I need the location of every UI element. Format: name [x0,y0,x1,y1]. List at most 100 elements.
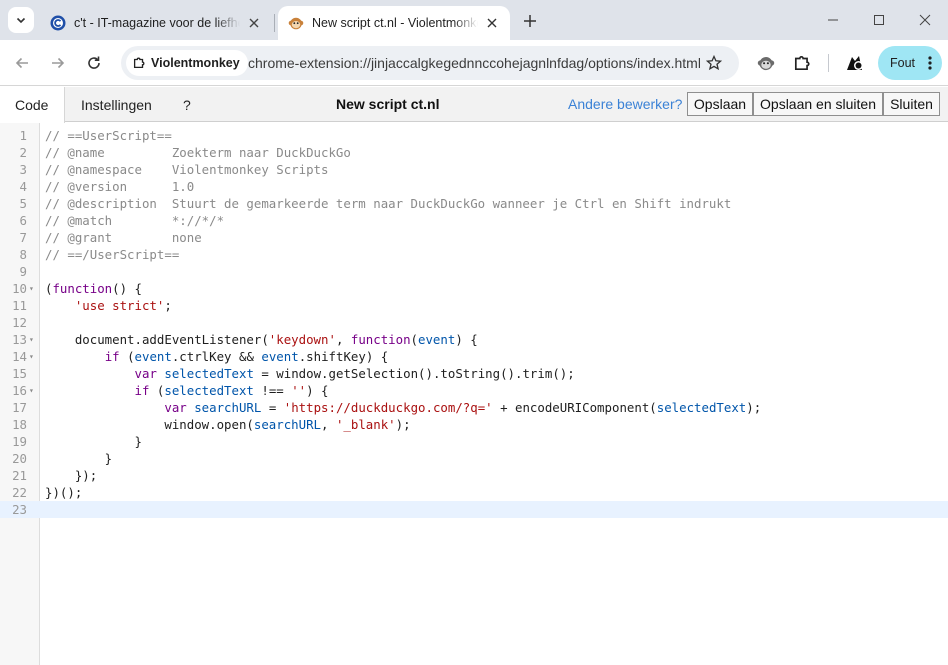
tab-search-button[interactable] [8,7,34,33]
code-line[interactable]: 14 ▾ if (event.ctrlKey && event.shiftKey)… [0,348,948,365]
tab-settings[interactable]: Instellingen [66,87,167,122]
minimize-icon [828,19,838,21]
code-text: if (selectedText !== '') { [134,383,329,398]
close-button[interactable]: Sluiten [883,92,940,116]
line-number: 20 [12,451,27,466]
maximize-icon [874,15,884,25]
editor-header: Code Instellingen ? New script ct.nl And… [0,87,948,123]
line-number: 11 [12,298,27,313]
violentmonkey-icon [288,17,304,30]
tab-help[interactable]: ? [168,87,206,122]
line-number: 13 [12,332,27,347]
tab-strip: c't - IT-magazine voor de liefhebber New… [0,0,948,40]
line-number: 9 [19,264,27,279]
browser-toolbar: Violentmonkey chrome-extension://jinjacc… [0,40,948,86]
chevron-down-icon [16,17,26,24]
violentmonkey-icon [757,57,775,71]
code-text: (function() { [45,281,142,296]
code-text: })(); [45,485,83,500]
code-line[interactable]: 23 [0,501,948,518]
profile-error-button[interactable]: Fout [878,46,942,80]
code-text: // ==UserScript== [45,128,172,143]
bookmark-button[interactable] [704,53,724,73]
puzzle-icon [794,56,810,71]
url-text[interactable]: chrome-extension://jinjaccalgkegednnccoh… [248,55,700,71]
code-text: var selectedText = window.getSelection()… [134,366,575,381]
new-tab-button[interactable] [518,9,542,33]
code-line[interactable]: 1 // ==UserScript== [0,127,948,144]
line-number: 19 [12,434,27,449]
extension-icon [133,57,145,69]
extensions-button[interactable] [791,52,813,74]
code-line[interactable]: 5 // @description Stuurt de gemarkeerde t… [0,195,948,212]
code-line[interactable]: 8 // ==/UserScript== [0,246,948,263]
code-line[interactable]: 9 [0,263,948,280]
back-button[interactable] [10,51,34,75]
address-bar[interactable]: Violentmonkey chrome-extension://jinjacc… [121,46,739,80]
tab-code[interactable]: Code [0,87,65,123]
code-line[interactable]: 15 var selectedText = window.getSelectio… [0,365,948,382]
line-number: 23 [12,502,27,517]
code-line[interactable]: 21 }); [0,467,948,484]
fold-arrow-icon[interactable]: ▾ [29,348,34,365]
arrow-left-icon [15,57,28,69]
plus-icon [524,15,536,27]
close-window-button[interactable] [910,8,940,32]
code-line[interactable]: 12 [0,314,948,331]
code-line[interactable]: 17 var searchURL = 'https://duckduckgo.c… [0,399,948,416]
code-line[interactable]: 11 'use strict'; [0,297,948,314]
line-number: 1 [19,128,27,143]
site-info-chip[interactable]: Violentmonkey [126,50,248,76]
code-line[interactable]: 18 window.open(searchURL, '_blank'); [0,416,948,433]
code-line[interactable]: 3 // @namespace Violentmonkey Scripts [0,161,948,178]
line-number: 14 [12,349,27,364]
code-text: // @version 1.0 [45,179,195,194]
close-icon[interactable] [484,15,500,31]
code-text: 'use strict'; [74,298,172,313]
avatar-icon [847,56,863,70]
code-line[interactable]: 4 // @version 1.0 [0,178,948,195]
fold-arrow-icon[interactable]: ▾ [29,331,34,348]
line-number: 22 [12,485,27,500]
save-and-close-button[interactable]: Opslaan en sluiten [753,92,883,116]
code-line[interactable]: 20 } [0,450,948,467]
site-chip-label: Violentmonkey [151,56,240,70]
code-editor[interactable]: 1 // ==UserScript== 2 // @name Zoekterm naa… [0,123,948,665]
violentmonkey-extension-button[interactable] [755,52,777,74]
code-line[interactable]: 7 // @grant none [0,229,948,246]
save-button[interactable]: Opslaan [687,92,753,116]
code-line[interactable]: 16 ▾ if (selectedText !== '') { [0,382,948,399]
code-text: document.addEventListener('keydown', fun… [45,332,478,347]
reload-button[interactable] [82,51,106,75]
code-text: // @grant none [45,230,202,245]
code-line[interactable]: 6 // @match *://*/* [0,212,948,229]
arrow-right-icon [52,57,65,69]
fold-arrow-icon[interactable]: ▾ [29,382,34,399]
line-number: 10 [12,281,27,296]
forward-button[interactable] [46,51,70,75]
code-line[interactable]: 22 })(); [0,484,948,501]
tab-title: New script ct.nl - Violentmonkey [312,16,478,30]
line-number: 12 [12,315,27,330]
minimize-button[interactable] [818,8,848,32]
code-text: }); [45,468,98,483]
more-vert-icon [928,56,932,70]
line-number: 21 [12,468,27,483]
other-editor-link[interactable]: Andere bewerker? [568,96,682,112]
line-number: 2 [19,145,27,160]
tab-violentmonkey[interactable]: New script ct.nl - Violentmonkey [278,6,510,40]
profile-error-label: Fout [890,56,916,70]
line-number: 15 [12,366,27,381]
close-icon[interactable] [246,15,262,31]
code-line[interactable]: 19 } [0,433,948,450]
tab-ct-magazine[interactable]: c't - IT-magazine voor de liefhebber [40,6,272,40]
ct-logo-icon [50,15,66,31]
maximize-button[interactable] [864,8,894,32]
profile-avatar-button[interactable] [843,52,865,74]
code-line[interactable]: 10 ▾ (function() { [0,280,948,297]
code-text: // @namespace Violentmonkey Scripts [45,162,329,177]
fold-arrow-icon[interactable]: ▾ [29,280,34,297]
code-text: if (event.ctrlKey && event.shiftKey) { [104,349,389,364]
code-line[interactable]: 13 ▾ document.addEventListener('keydown',… [0,331,948,348]
code-line[interactable]: 2 // @name Zoekterm naar DuckDuckGo [0,144,948,161]
